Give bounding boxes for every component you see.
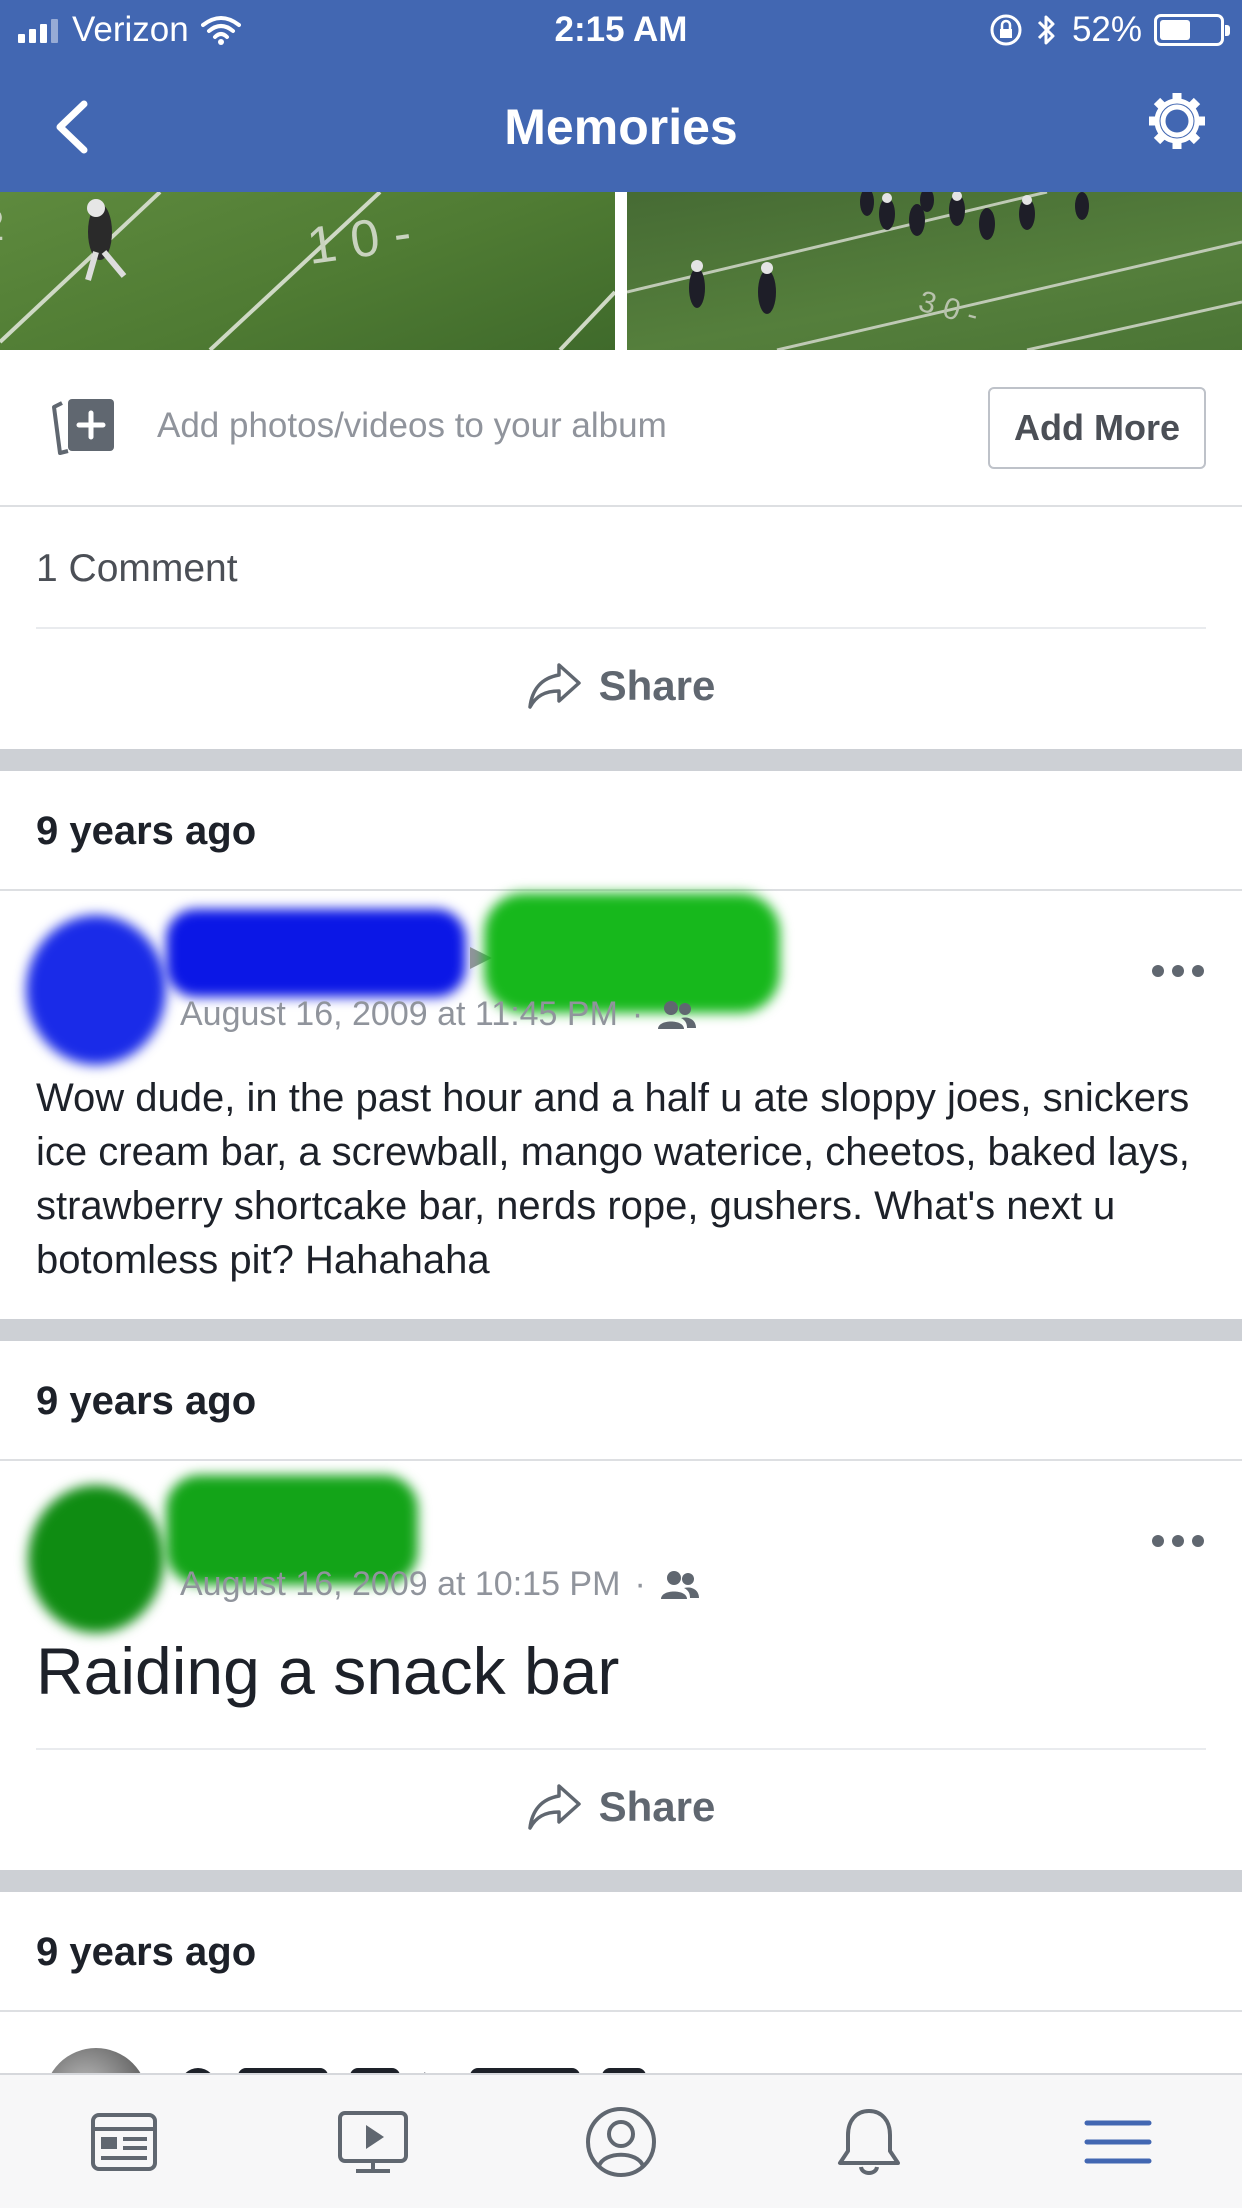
album-photos: 1 0 - 2 3 0 - [0, 192, 1242, 350]
post-meta: August 16, 2009 at 11:45 PM · [180, 995, 697, 1034]
comment-count[interactable]: 1 Comment [36, 547, 238, 591]
more-options-icon[interactable] [1150, 1532, 1206, 1550]
nav-bar: Memories [0, 62, 1242, 192]
dot-separator: · [631, 995, 644, 1033]
post-meta: August 16, 2009 at 10:15 PM · [180, 1565, 700, 1604]
friends-icon [658, 1000, 697, 1029]
memory-header: 9 years ago [0, 771, 1242, 891]
share-label: Share [598, 1783, 716, 1830]
battery-icon [1154, 14, 1230, 46]
memory-header: 9 years ago [0, 1341, 1242, 1461]
svg-text:2: 2 [0, 201, 4, 250]
add-photos-text[interactable]: Add photos/videos to your album [157, 406, 667, 446]
post-text: Raiding a snack bar [36, 1634, 620, 1708]
memory-post: August 16, 2009 at 10:15 PM · Raiding a … [0, 1463, 1242, 1750]
section-divider [0, 1319, 1242, 1341]
news-feed-icon [91, 2112, 158, 2171]
top-bar: Verizon 2:15 AM 52% Memories [0, 0, 1242, 192]
comment-row: 1 Comment [36, 507, 1206, 629]
menu-icon [1084, 2120, 1152, 2163]
share-row: Share [0, 1750, 1242, 1870]
share-row: Share [0, 629, 1242, 749]
orientation-lock-icon [990, 14, 1022, 46]
svg-text:3 0 -: 3 0 - [915, 285, 982, 332]
section-divider [0, 749, 1242, 771]
more-options-icon[interactable] [1150, 962, 1206, 980]
avatar[interactable] [26, 915, 166, 1065]
share-label: Share [598, 662, 716, 709]
tab-notifications[interactable] [745, 2075, 993, 2208]
post-text: Wow dude, in the past hour and a half u … [36, 1076, 1190, 1282]
add-to-album-row: Add photos/videos to your album Add More [0, 350, 1242, 507]
memory-time-ago: 9 years ago [36, 809, 257, 853]
gear-icon[interactable] [1146, 90, 1208, 152]
post-date[interactable]: August 16, 2009 at 10:15 PM [180, 1565, 620, 1604]
add-more-button[interactable]: Add More [988, 387, 1206, 469]
clock: 2:15 AM [554, 10, 688, 49]
dot-separator: · [634, 1565, 646, 1603]
share-button[interactable]: Share [0, 661, 1242, 711]
tab-menu[interactable] [994, 2075, 1242, 2208]
tab-news-feed[interactable] [0, 2075, 248, 2208]
profile-icon [586, 2106, 657, 2177]
friends-icon [660, 1570, 699, 1599]
memory-post: August 16, 2009 at 11:45 PM · Wow dude, … [0, 893, 1242, 1319]
page-title: Memories [504, 99, 738, 155]
bluetooth-icon [1037, 15, 1055, 45]
add-photo-icon[interactable] [50, 395, 118, 459]
section-divider [0, 1870, 1242, 1892]
post-date[interactable]: August 16, 2009 at 11:45 PM [180, 995, 618, 1034]
avatar[interactable] [28, 1485, 164, 1633]
album-photo[interactable]: 1 0 - 2 [0, 192, 615, 350]
share-button[interactable]: Share [0, 1782, 1242, 1832]
notifications-icon [838, 2108, 901, 2175]
tab-bar [0, 2073, 1242, 2208]
share-icon [527, 1784, 581, 1830]
memory-header: 9 years ago [0, 1892, 1242, 2012]
memory-time-ago: 9 years ago [36, 1930, 257, 1974]
watch-icon [337, 2110, 408, 2173]
tab-profile[interactable] [497, 2075, 745, 2208]
status-bar: Verizon 2:15 AM 52% [0, 0, 1242, 62]
battery-percent: 52% [1071, 10, 1142, 49]
battery-level [1160, 20, 1191, 40]
memory-time-ago: 9 years ago [36, 1379, 257, 1423]
svg-text:1 0 -: 1 0 - [304, 204, 415, 276]
album-photo[interactable]: 3 0 - [627, 192, 1242, 350]
share-icon [527, 663, 581, 709]
tab-watch[interactable] [248, 2075, 496, 2208]
author-name[interactable] [166, 909, 466, 997]
